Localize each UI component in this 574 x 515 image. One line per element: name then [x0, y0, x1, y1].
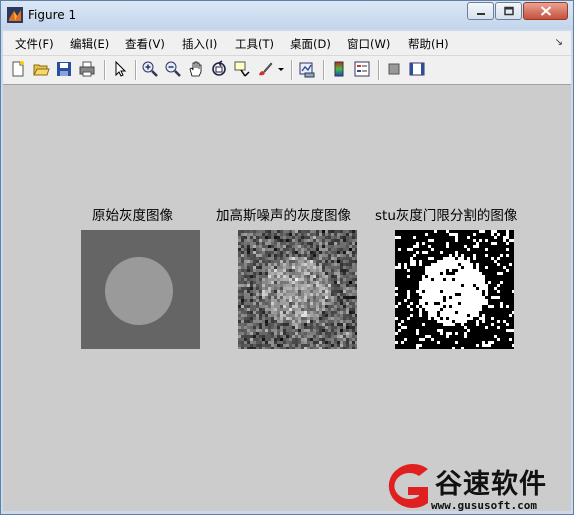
matlab-icon: [7, 7, 23, 23]
panel-title-noisy: 加高斯噪声的灰度图像: [216, 208, 351, 224]
pointer-icon[interactable]: [111, 60, 129, 78]
minimize-icon: [476, 13, 485, 15]
menu-file[interactable]: 文件(F): [15, 36, 54, 52]
menu-tools[interactable]: 工具(T): [235, 36, 274, 52]
watermark-logo-icon: [388, 464, 428, 508]
noisy-gray-image: [238, 230, 357, 349]
data-cursor-icon[interactable]: [233, 60, 251, 78]
menu-desktop[interactable]: 桌面(D): [290, 36, 331, 52]
zoom-in-icon[interactable]: [141, 60, 159, 78]
pan-hand-icon[interactable]: [187, 60, 205, 78]
show-plot-tools-icon[interactable]: [408, 60, 426, 78]
menu-edit[interactable]: 编辑(E): [70, 36, 109, 52]
watermark-brand: 谷速软件: [435, 469, 547, 500]
brush-icon[interactable]: [256, 60, 274, 78]
threshold-binary-image: [395, 230, 514, 349]
original-gray-image: [81, 230, 200, 349]
maximize-icon: [503, 6, 514, 16]
minimize-button[interactable]: [467, 2, 494, 20]
close-icon: [540, 6, 551, 16]
title-bar[interactable]: Figure 1: [1, 1, 573, 29]
panel-title-threshold: stu灰度门限分割的图像: [375, 208, 518, 224]
legend-icon[interactable]: [353, 60, 371, 78]
toolbar-separator: [291, 60, 293, 80]
menu-dock-arrow-icon[interactable]: ↘: [555, 37, 563, 48]
watermark-url: www.gususoft.com: [431, 499, 537, 512]
figure-window: Figure 1 文件(F) 编辑(E) 查看(V) 插入(I) 工具(T) 桌…: [0, 0, 574, 515]
menu-bar: 文件(F) 编辑(E) 查看(V) 插入(I) 工具(T) 桌面(D) 窗口(W…: [3, 31, 571, 56]
maximize-button[interactable]: [495, 2, 522, 20]
rotate-3d-icon[interactable]: [210, 60, 228, 78]
panel-title-original: 原始灰度图像: [92, 208, 173, 224]
hide-plot-tools-icon[interactable]: [385, 60, 403, 78]
new-figure-icon[interactable]: [9, 60, 27, 78]
menu-help[interactable]: 帮助(H): [408, 36, 449, 52]
figure-canvas[interactable]: 原始灰度图像 加高斯噪声的灰度图像 stu灰度门限分割的图像: [3, 85, 571, 511]
zoom-out-icon[interactable]: [164, 60, 182, 78]
brush-dropdown-icon[interactable]: [277, 60, 285, 78]
link-plot-icon[interactable]: [298, 60, 316, 78]
save-icon[interactable]: [55, 60, 73, 78]
menu-insert[interactable]: 插入(I): [182, 36, 217, 52]
window-title: Figure 1: [28, 8, 77, 22]
colorbar-icon[interactable]: [330, 60, 348, 78]
toolbar-separator: [323, 60, 325, 80]
print-icon[interactable]: [78, 60, 96, 78]
figure-toolbar: [3, 56, 571, 85]
open-file-icon[interactable]: [32, 60, 50, 78]
close-button[interactable]: [523, 2, 568, 20]
menu-view[interactable]: 查看(V): [125, 36, 165, 52]
toolbar-separator: [378, 60, 380, 80]
toolbar-separator: [104, 60, 106, 80]
menu-window[interactable]: 窗口(W): [347, 36, 390, 52]
toolbar-separator: [135, 60, 137, 80]
